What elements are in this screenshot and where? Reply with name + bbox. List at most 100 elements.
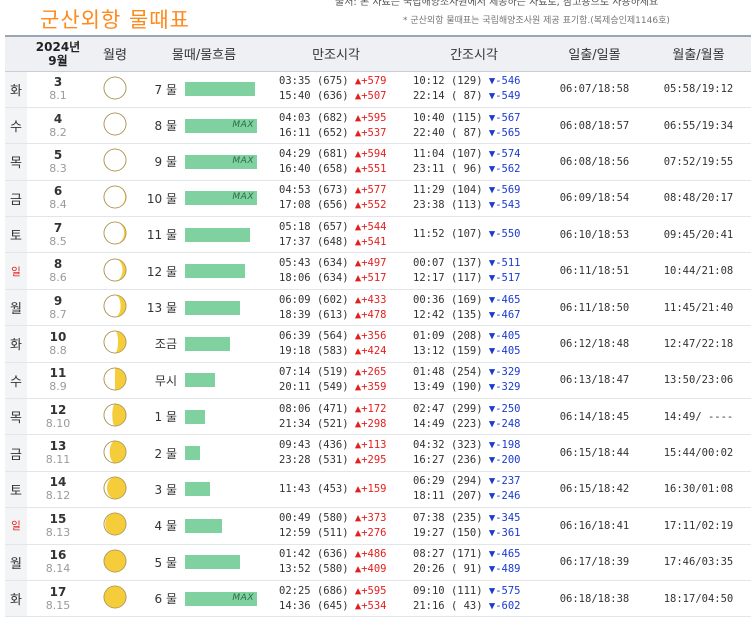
high-tide-entry: 04:29 (681) ▲+594: [279, 147, 405, 162]
high-tide-entry: 09:43 (436) ▲+113: [279, 438, 405, 453]
low-tide-time: 08:27: [413, 548, 445, 561]
fall-change: ▼-550: [488, 228, 521, 241]
moonrise-moonset-cell: 06:55/19:34: [663, 119, 734, 132]
low-tide-time: 21:16: [413, 599, 445, 612]
low-tide-cell: 11:04 (107) ▼-574 23:11 ( 96) ▼-562: [405, 144, 543, 180]
lunar-date: 8.11: [45, 453, 71, 467]
high-tide-level: (583): [316, 344, 349, 357]
flow-bar-cell: MAX: [185, 180, 267, 216]
moonrise-moonset-cell: 12:47/22:18: [663, 337, 734, 350]
header-month: 9월: [48, 53, 68, 68]
flow-bar-cell: [185, 217, 267, 253]
high-tide-entry: 13:52 (580) ▲+409: [279, 562, 405, 577]
page-title: 군산외항 물때표: [40, 8, 190, 32]
sunrise-sunset-cell: 06:15/18:44: [559, 447, 630, 460]
low-tide-level: (208): [450, 329, 483, 342]
flow-bar: [185, 518, 222, 533]
high-tide-time: 09:43: [279, 439, 311, 452]
rise-change: ▲+478: [354, 308, 387, 321]
table-row: 토 14 8.12 3 물 11:43 (453) ▲+159 06:29 (294) ▼…: [5, 471, 751, 508]
low-tide-cell: 02:47 (299) ▼-250 14:49 (223) ▼-248: [405, 399, 543, 435]
flow-bar: [185, 227, 250, 242]
source-note: * 군산외항 물때표는 국립해양조사원 제공 표기함.(복제승인제1146호): [403, 16, 670, 26]
high-tide-level: (675): [316, 75, 349, 88]
table-row: 수 11 8.9 무시 07:14 (519) ▲+265 20:11 (549) ▲+3…: [5, 362, 751, 399]
tide-table-container: 2024년 9월 월령 물때/물흐름 만조시각 간조시각 일출/일몰 월출/월몰…: [5, 35, 751, 617]
moon-cell: [89, 180, 141, 216]
high-tide-level: (564): [316, 329, 349, 342]
date-cell: 4 8.2: [27, 107, 89, 143]
fall-change: ▼-562: [488, 162, 521, 175]
low-tide-cell: 01:09 (208) ▼-405 13:12 (159) ▼-405: [405, 326, 543, 362]
rise-change: ▲+541: [354, 235, 387, 248]
sunrise-sunset-cell: 06:16/18:41: [559, 519, 630, 532]
low-tide-cell: 01:48 (254) ▼-329 13:49 (190) ▼-329: [405, 362, 543, 398]
lunar-date: 8.6: [49, 271, 67, 285]
rise-change: ▲+373: [354, 511, 387, 524]
low-tide-time: 13:12: [413, 344, 445, 357]
high-tide-cell: 05:43 (634) ▲+497 18:06 (634) ▲+517: [267, 253, 405, 289]
moon-phase-icon: [103, 476, 127, 500]
high-tide-entry: 15:40 (636) ▲+507: [279, 89, 405, 104]
table-row: 토 7 8.5 11 물 05:18 (657) ▲+544 17:37 (648) ▲+…: [5, 216, 751, 253]
tide-name-cell: 9 물: [154, 155, 178, 170]
low-tide-entry: 16:27 (236) ▼-200: [413, 453, 543, 468]
low-tide-time: 12:17: [413, 272, 445, 285]
moon-phase-icon: [103, 221, 127, 245]
header-sunrise-sunset: 일출/일몰: [543, 35, 646, 72]
weekday-cell: 월: [5, 289, 27, 326]
weekday-cell: 목: [5, 143, 27, 181]
weekday-cell: 목: [5, 398, 27, 435]
high-tide-time: 16:11: [279, 126, 311, 139]
low-tide-entry: 00:07 (137) ▼-511: [413, 256, 543, 271]
tide-name-cell: 1 물: [154, 410, 178, 425]
moon-phase-icon: [103, 440, 127, 463]
fall-change: ▼-574: [488, 147, 521, 160]
moon-cell: [89, 435, 141, 471]
moon-cell: [89, 217, 141, 253]
moon-phase-icon: [103, 149, 127, 172]
rise-change: ▲+276: [354, 526, 387, 539]
fall-change: ▼-465: [488, 548, 521, 561]
flow-bar: [185, 300, 240, 315]
solar-day: 13: [49, 439, 67, 454]
low-tide-level: (107): [450, 228, 483, 241]
moon-cell: [89, 107, 141, 143]
moonrise-moonset-cell: 15:44/00:02: [663, 447, 734, 460]
high-tide-entry: 04:03 (682) ▲+595: [279, 111, 405, 126]
high-tide-level: (613): [316, 308, 349, 321]
moon-cell: [89, 71, 141, 107]
fall-change: ▼-543: [488, 199, 521, 212]
high-tide-time: 07:14: [279, 366, 311, 379]
high-tide-time: 14:36: [279, 599, 311, 612]
flow-bar-cell: [185, 71, 267, 107]
low-tide-entry: 11:29 (104) ▼-569: [413, 183, 543, 198]
fall-change: ▼-565: [488, 126, 521, 139]
low-tide-time: 11:52: [413, 228, 445, 241]
low-tide-time: 10:12: [413, 75, 445, 88]
lunar-date: 8.7: [49, 307, 67, 321]
solar-day: 6: [53, 184, 63, 199]
low-tide-cell: 10:40 (115) ▼-567 22:40 ( 87) ▼-565: [405, 107, 543, 143]
low-tide-level: (223): [450, 417, 483, 430]
high-tide-entry: 18:39 (613) ▲+478: [279, 308, 405, 323]
low-tide-level: (235): [450, 511, 483, 524]
flow-bar: [185, 446, 200, 461]
date-cell: 5 8.3: [27, 144, 89, 180]
low-tide-level: (171): [450, 548, 483, 561]
fall-change: ▼-246: [488, 490, 521, 503]
sunrise-sunset-cell: 06:18/18:38: [559, 592, 630, 605]
low-tide-level: (159): [450, 344, 483, 357]
lunar-date: 8.3: [49, 161, 67, 175]
high-tide-time: 19:18: [279, 344, 311, 357]
table-row: 수 4 8.2 8 물 MAX 04:03 (682) ▲+595 16:11 (652) …: [5, 107, 751, 144]
lunar-date: 8.15: [45, 598, 71, 612]
high-tide-entry: 12:59 (511) ▲+276: [279, 526, 405, 541]
rise-change: ▲+551: [354, 162, 387, 175]
tide-name-cell: 11 물: [146, 228, 177, 243]
low-tide-cell: 07:38 (235) ▼-345 19:27 (150) ▼-361: [405, 508, 543, 544]
low-tide-entry: 22:40 ( 87) ▼-565: [413, 126, 543, 141]
high-tide-entry: 05:43 (634) ▲+497: [279, 256, 405, 271]
moon-phase-icon: [103, 76, 127, 100]
high-tide-level: (686): [316, 584, 349, 597]
